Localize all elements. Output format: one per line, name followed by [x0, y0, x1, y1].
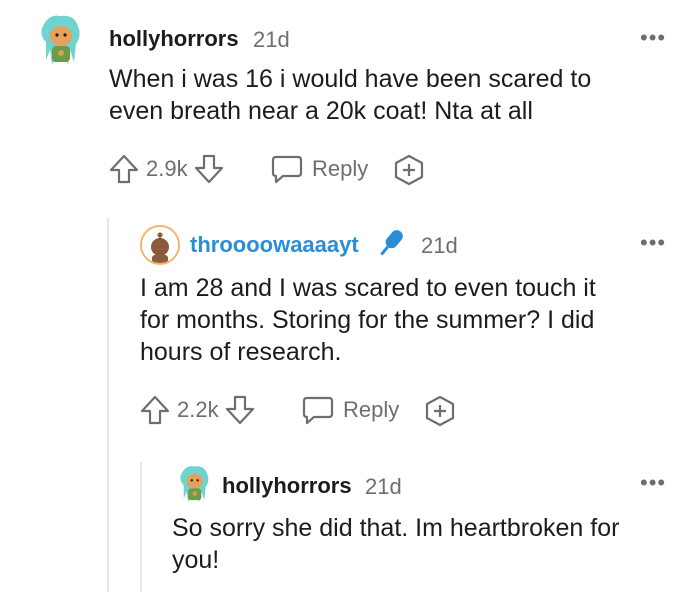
- comment-text: When i was 16 i would have been scared t…: [109, 63, 591, 127]
- timestamp: 21d: [421, 233, 458, 258]
- comment-text-line: So sorry she did that. Im heartbroken fo…: [172, 514, 620, 542]
- username[interactable]: hollyhorrors: [222, 473, 352, 499]
- reply-label: Reply: [343, 397, 400, 422]
- comment-text: I am 28 and I was scared to even touch i…: [140, 272, 596, 368]
- timestamp: 21d: [365, 474, 402, 499]
- more-options-icon[interactable]: •••: [640, 27, 666, 49]
- comment-text: So sorry she did that. Im heartbroken fo…: [172, 512, 619, 576]
- comment-text-line: you!: [172, 546, 220, 574]
- award-icon: [424, 395, 456, 427]
- avatar[interactable]: [30, 10, 90, 70]
- comment-text-line: hours of research.: [140, 338, 342, 366]
- comment-text-line: even breath near a 20k coat! Nta at all: [109, 97, 533, 125]
- downvote-icon[interactable]: [194, 153, 224, 185]
- reply-button[interactable]: Reply: [301, 393, 399, 427]
- vote-group: 2.9k: [109, 152, 224, 186]
- timestamp: 21d: [253, 27, 290, 52]
- reply-bubble-icon: [270, 154, 304, 184]
- vote-count: 2.9k: [146, 156, 188, 181]
- thread-line-level-2[interactable]: [140, 462, 142, 592]
- comment-text-line: for months. Storing for the summer? I di…: [140, 306, 595, 334]
- award-button[interactable]: [393, 154, 425, 186]
- default-snoo-avatar-icon: [142, 227, 178, 263]
- snoo-avatar-icon: [172, 462, 216, 506]
- comment-text-line: I am 28 and I was scared to even touch i…: [140, 274, 596, 302]
- thread-line-level-1[interactable]: [107, 218, 109, 592]
- reply-label: Reply: [312, 156, 369, 181]
- more-options-icon[interactable]: •••: [640, 232, 666, 254]
- avatar[interactable]: [140, 225, 180, 265]
- reply-bubble-icon: [301, 395, 335, 425]
- username[interactable]: hollyhorrors: [109, 26, 239, 52]
- avatar[interactable]: [172, 462, 216, 506]
- snoo-avatar-icon: [30, 10, 90, 70]
- username-op[interactable]: throooowaaaayt: [190, 232, 359, 258]
- upvote-icon[interactable]: [140, 394, 170, 426]
- microphone-icon: [372, 226, 410, 265]
- vote-group: 2.2k: [140, 393, 255, 427]
- upvote-icon[interactable]: [109, 153, 139, 185]
- award-button[interactable]: [424, 395, 456, 427]
- more-options-icon[interactable]: •••: [640, 472, 666, 494]
- reply-button[interactable]: Reply: [270, 152, 368, 186]
- downvote-icon[interactable]: [225, 394, 255, 426]
- award-icon: [393, 154, 425, 186]
- comment-text-line: When i was 16 i would have been scared t…: [109, 65, 592, 93]
- vote-count: 2.2k: [177, 397, 219, 422]
